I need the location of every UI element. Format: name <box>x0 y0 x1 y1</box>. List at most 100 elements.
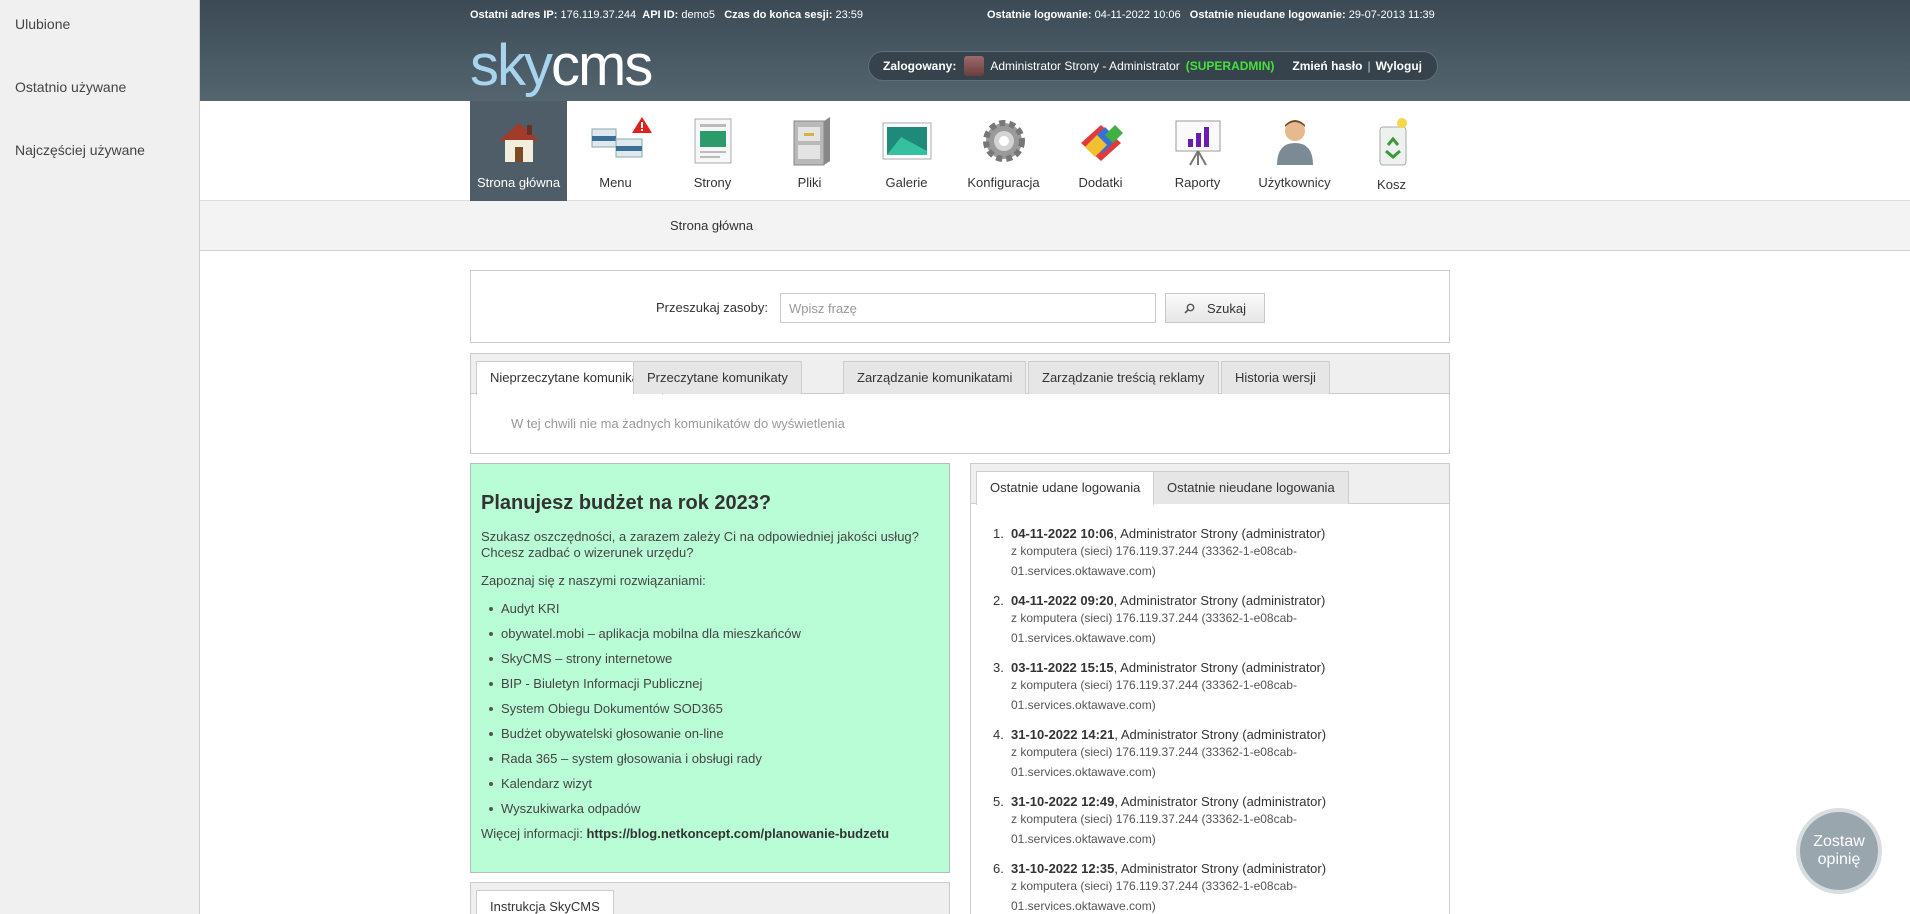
tab-manage-messages[interactable]: Zarządzanie komunikatami <box>843 361 1027 394</box>
login-user: , Administrator Strony (administrator) <box>1114 861 1327 876</box>
messages-empty-text: W tej chwili nie ma żadnych komunikatów … <box>511 416 845 431</box>
promo-list: Audyt KRI obywatel.mobi – aplikacja mobi… <box>481 601 939 817</box>
list-item: 2. 04-11-2022 09:20, Administrator Strony… <box>993 593 1431 648</box>
skycms-logo[interactable]: skycms <box>470 33 653 98</box>
feedback-button[interactable]: Zostaw opinię <box>1796 808 1882 894</box>
nav-menu[interactable]: Menu <box>567 101 664 201</box>
login-timestamp: 04-11-2022 10:06 <box>1011 526 1114 541</box>
sidebar-item-favorites[interactable]: Ulubione <box>15 16 70 32</box>
nav-trash[interactable]: Kosz <box>1343 101 1440 201</box>
nav-trash-label: Kosz <box>1377 177 1406 192</box>
list-item: 5. 31-10-2022 12:49, Administrator Strony… <box>993 794 1431 849</box>
last-login-value: 04-11-2022 10:06 <box>1094 9 1181 21</box>
home-icon <box>498 123 539 162</box>
promo-paragraph-2: Zapoznaj się z naszymi rozwiązaniami: <box>481 573 706 588</box>
nav-home[interactable]: Strona główna <box>470 101 567 201</box>
gallery-icon <box>882 122 931 160</box>
search-button-label: Szukaj <box>1206 300 1247 316</box>
nav-addons[interactable]: Dodatki <box>1052 101 1149 201</box>
login-user: , Administrator Strony (administrator) <box>1113 660 1326 675</box>
ip-value: 176.119.37.244 <box>560 9 637 21</box>
sidebar-item-most-used[interactable]: Najczęściej używane <box>15 142 145 158</box>
avatar <box>964 56 985 76</box>
nav-menu-label: Menu <box>599 175 632 190</box>
messages-tabs: Nieprzeczytane komunikaty Przeczytane ko… <box>471 354 1449 395</box>
list-item: Kalendarz wizyt <box>489 776 939 792</box>
change-password-link[interactable]: Zmień hasło <box>1292 59 1362 73</box>
instructions-panel: Instrukcja SkyCMS <box>470 882 950 914</box>
nav-files[interactable]: Pliki <box>761 101 858 201</box>
item-number: 6. <box>993 861 1004 876</box>
addons-icon <box>1080 125 1123 161</box>
nav-reports[interactable]: Raporty <box>1149 101 1246 201</box>
promo-more: Więcej informacji: https://blog.netkonce… <box>481 826 939 841</box>
nav-users[interactable]: Użytkownicy <box>1246 101 1343 201</box>
session-value: 23:59 <box>835 9 864 21</box>
promo-more-label: Więcej informacji: <box>481 826 583 841</box>
login-source: z komputera (sieci) 176.119.37.244 (3336… <box>1011 812 1297 846</box>
login-source: z komputera (sieci) 176.119.37.244 (3336… <box>1011 678 1297 712</box>
nav-config[interactable]: Konfiguracja <box>955 101 1052 201</box>
login-timestamp: 03-11-2022 15:15 <box>1011 660 1114 675</box>
user-box: Zalogowany: Administrator Strony - Admin… <box>868 51 1438 81</box>
item-number: 3. <box>993 660 1004 675</box>
logo-cms: cms <box>551 33 653 98</box>
gear-icon <box>982 120 1025 162</box>
breadcrumb-bar: Strona główna <box>200 201 1910 251</box>
search-panel: Przeszukaj zasoby: Szukaj <box>470 270 1450 343</box>
tab-successful-logins[interactable]: Ostatnie udane logowania <box>976 471 1155 505</box>
nav-pages-label: Strony <box>693 175 732 190</box>
tab-instructions[interactable]: Instrukcja SkyCMS <box>476 890 614 914</box>
promo-more-link[interactable]: https://blog.netkoncept.com/planowanie-b… <box>586 826 889 841</box>
ip-label: Ostatni adres IP: <box>470 9 558 21</box>
login-timestamp: 04-11-2022 09:20 <box>1011 593 1114 608</box>
login-user: , Administrator Strony (administrator) <box>1113 593 1326 608</box>
promo-title: Planujesz budżet na rok 2023? <box>481 492 772 514</box>
api-value: demo5 <box>681 9 716 21</box>
search-input[interactable] <box>780 293 1156 323</box>
logins-panel: Ostatnie udane logowania Ostatnie nieuda… <box>970 463 1450 914</box>
breadcrumb[interactable]: Strona główna <box>670 218 753 233</box>
list-item: 1. 04-11-2022 10:06, Administrator Strony… <box>993 526 1431 581</box>
user-name: Administrator Strony <box>990 59 1100 73</box>
nav-pages[interactable]: Strony <box>664 101 761 201</box>
list-item: 6. 31-10-2022 12:35, Administrator Strony… <box>993 861 1431 914</box>
logins-tabs: Ostatnie udane logowania Ostatnie nieuda… <box>971 464 1449 505</box>
main-nav: Strona główna Menu Strony Pliki Galerie … <box>200 101 1910 201</box>
nav-addons-label: Dodatki <box>1078 175 1123 190</box>
tab-version-history[interactable]: Historia wersji <box>1221 361 1330 394</box>
nav-users-label: Użytkownicy <box>1258 175 1331 190</box>
user-icon <box>1276 120 1313 165</box>
last-failed-value: 29-07-2013 11:39 <box>1348 9 1435 21</box>
login-source: z komputera (sieci) 176.119.37.244 (3336… <box>1011 879 1297 913</box>
item-number: 2. <box>993 593 1004 608</box>
sidebar-item-recent[interactable]: Ostatnio używane <box>15 79 126 95</box>
login-info: Ostatnie logowanie: 04-11-2022 10:06 Ost… <box>987 9 1435 21</box>
search-button[interactable]: Szukaj <box>1165 293 1265 323</box>
files-icon <box>793 117 830 166</box>
logo-sky: sky <box>470 33 553 98</box>
list-item: Rada 365 – system głosowania i obsługi r… <box>489 751 939 767</box>
list-item: obywatel.mobi – aplikacja mobilna dla mi… <box>489 626 939 642</box>
nav-reports-label: Raporty <box>1174 175 1221 190</box>
separator: | <box>1367 59 1371 73</box>
nav-galleries-label: Galerie <box>885 175 928 190</box>
login-user: , Administrator Strony (administrator) <box>1113 526 1326 541</box>
list-item: Wyszukiwarka odpadów <box>489 801 939 817</box>
reports-icon <box>1175 120 1220 166</box>
search-icon <box>1184 303 1195 314</box>
login-user: , Administrator Strony (administrator) <box>1114 727 1327 742</box>
nav-galleries[interactable]: Galerie <box>858 101 955 201</box>
tab-read[interactable]: Przeczytane komunikaty <box>633 361 802 394</box>
logins-list: 1. 04-11-2022 10:06, Administrator Strony… <box>993 526 1431 914</box>
list-item: 3. 03-11-2022 15:15, Administrator Strony… <box>993 660 1431 715</box>
trash-icon <box>1379 118 1407 166</box>
tab-failed-logins[interactable]: Ostatnie nieudane logowania <box>1153 471 1349 504</box>
list-item: Budżet obywatelski głosowanie on-line <box>489 726 939 742</box>
logout-link[interactable]: Wyloguj <box>1376 59 1422 73</box>
list-item: BIP - Biuletyn Informacji Publicznej <box>489 676 939 692</box>
tab-ad-content[interactable]: Zarządzanie treścią reklamy <box>1028 361 1219 394</box>
nav-home-label: Strona główna <box>476 175 561 190</box>
list-item: SkyCMS – strony internetowe <box>489 651 939 667</box>
login-timestamp: 31-10-2022 12:35 <box>1011 861 1115 876</box>
